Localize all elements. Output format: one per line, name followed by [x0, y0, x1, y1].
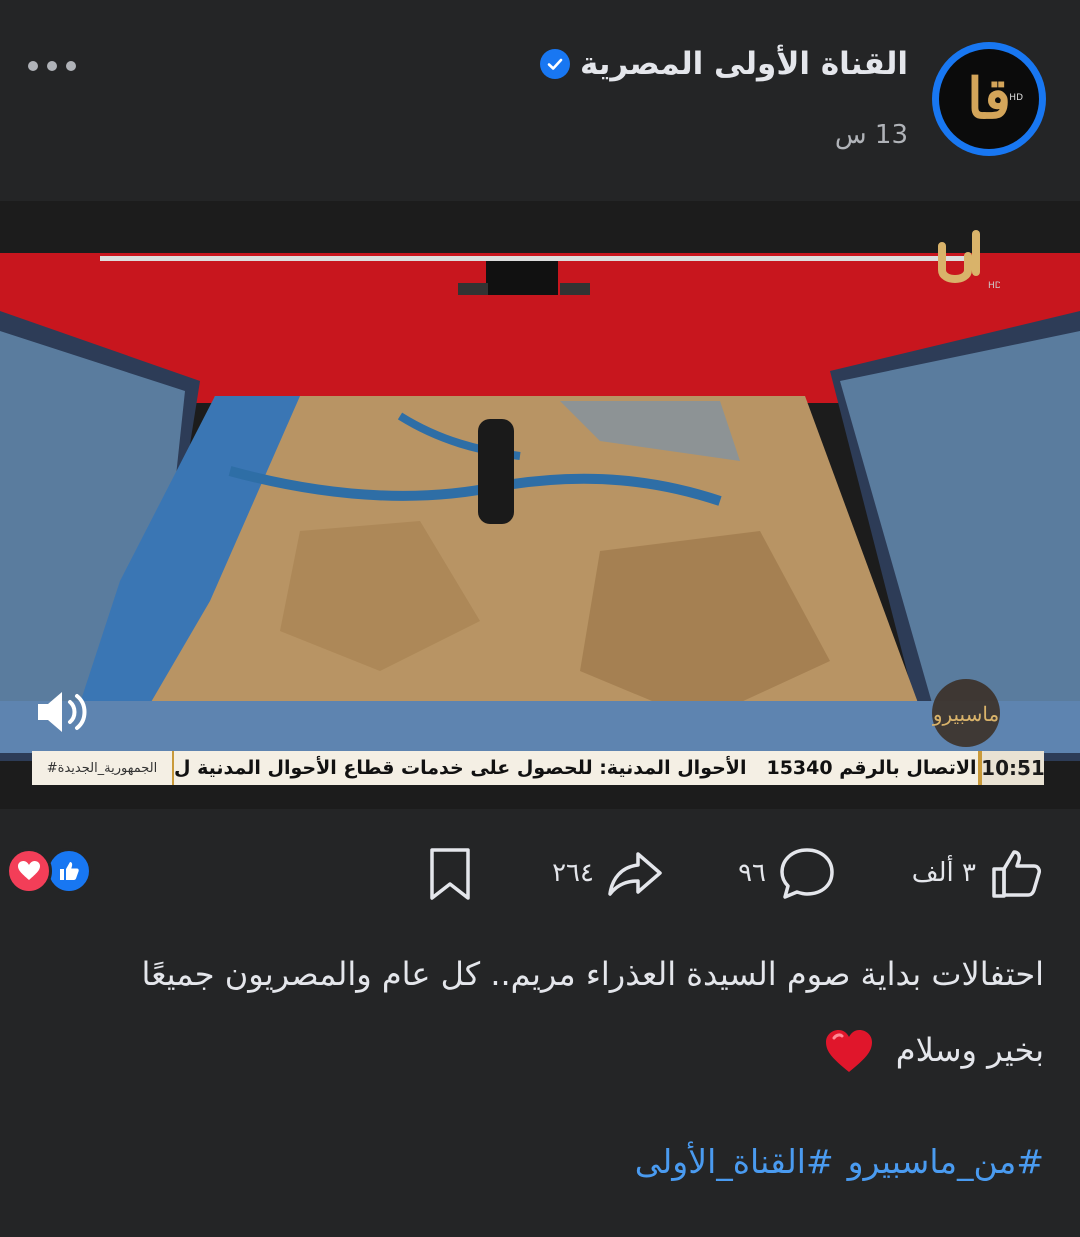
ticker-hashtag: #الجمهورية_الجديدة [32, 751, 174, 785]
avatar-logo-text: قا [967, 66, 1011, 132]
love-reaction-icon [6, 848, 52, 894]
ticker-text-2: الأحوال المدنية: للحصول على خدمات قطاع ا… [174, 757, 747, 779]
ticker-text: الاتصال بالرقم 15340 الأحوال المدنية: لل… [174, 751, 978, 785]
ticker-text-1: الاتصال بالرقم 15340 [766, 757, 977, 779]
comment-icon [780, 848, 834, 899]
heart-emoji-icon [825, 1030, 872, 1072]
hashtag-link[interactable]: #القناة_الأولى [635, 1142, 834, 1181]
avatar-hd-badge: HD [1009, 93, 1023, 103]
like-reaction-icon [46, 848, 92, 894]
avatar-inner: قا HD [939, 49, 1039, 149]
page-name[interactable]: القناة الأولى المصرية [580, 46, 908, 82]
svg-text:HD: HD [988, 281, 1000, 290]
more-options-icon[interactable] [28, 52, 84, 80]
video-player[interactable]: ماسبيرو HD [0, 201, 1080, 809]
svg-text:ماسبيرو: ماسبيرو [932, 702, 999, 726]
like-button[interactable]: ٣ ألف [912, 844, 1046, 902]
like-icon [992, 850, 1041, 898]
like-count: ٣ ألف [911, 858, 976, 888]
save-button[interactable] [426, 846, 474, 902]
caption-line-2: بخير وسلام [895, 1031, 1044, 1069]
share-icon [608, 852, 662, 896]
sound-icon[interactable] [34, 686, 92, 738]
share-button[interactable]: ٢٦٤ [552, 844, 664, 902]
caption-line-2-row: بخير وسلام [44, 1012, 1044, 1088]
hashtag-link[interactable]: #من_ماسبيرو [848, 1142, 1044, 1181]
hashtags: #من_ماسبيرو #القناة_الأولى [635, 1142, 1044, 1181]
bookmark-icon [430, 848, 470, 900]
news-ticker: #الجمهورية_الجديدة الاتصال بالرقم 15340 … [32, 751, 1045, 785]
caption-line-1: احتفالات بداية صوم السيدة العذراء مريم..… [141, 955, 1044, 993]
verified-badge-icon [539, 49, 570, 79]
page-name-row[interactable]: القناة الأولى المصرية [539, 46, 908, 82]
post-caption: احتفالات بداية صوم السيدة العذراء مريم..… [44, 936, 1044, 1088]
comment-count: ٩٦ [738, 858, 766, 888]
share-count: ٢٦٤ [552, 858, 594, 888]
page-avatar[interactable]: قا HD [932, 42, 1046, 156]
ticker-time: 10:51 [978, 751, 1045, 785]
channel-logo-icon: HD [938, 230, 1000, 290]
post-timestamp[interactable]: 13 س [835, 120, 908, 150]
reactions-summary[interactable] [6, 848, 98, 896]
comment-button[interactable]: ٩٦ [738, 844, 836, 902]
video-frame: ماسبيرو [0, 201, 1080, 809]
